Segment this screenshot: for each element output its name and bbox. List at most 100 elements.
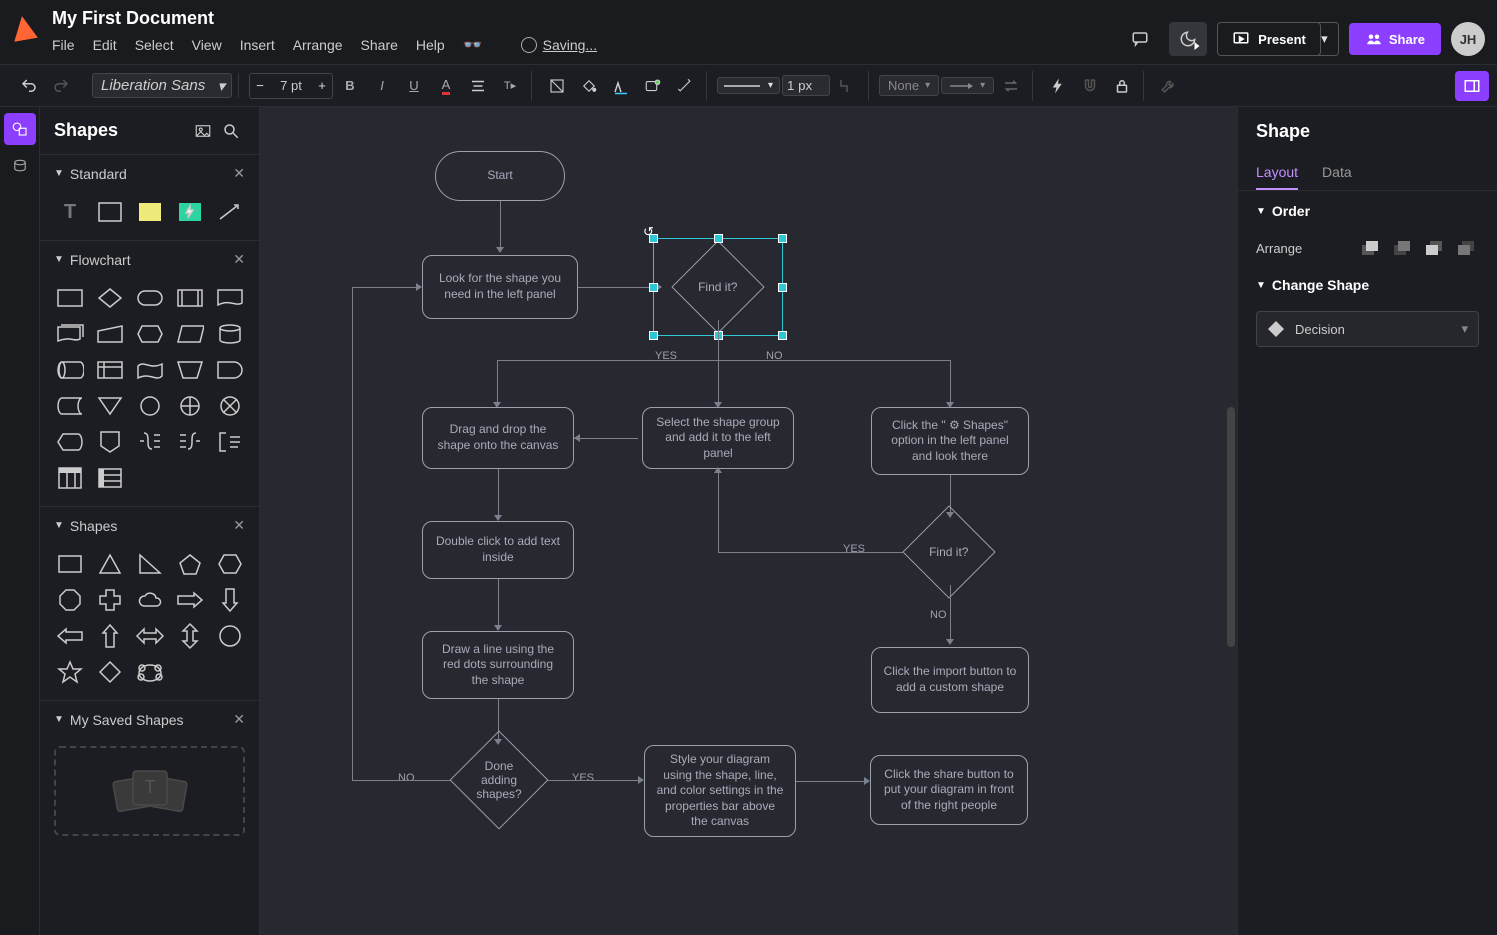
wrench-button[interactable]	[1154, 71, 1184, 101]
menu-view[interactable]: View	[192, 37, 222, 53]
redo-button[interactable]	[46, 71, 76, 101]
app-logo-icon[interactable]	[10, 14, 38, 42]
fc-stored-data[interactable]	[54, 392, 86, 420]
sh-diamond[interactable]	[94, 658, 126, 686]
sh-hexagon[interactable]	[214, 550, 246, 578]
fc-note[interactable]	[214, 428, 246, 456]
menu-help[interactable]: Help	[416, 37, 445, 53]
text-options-button[interactable]: T▸	[495, 71, 525, 101]
sh-right-tri[interactable]	[134, 550, 166, 578]
node-select-group[interactable]: Select the shape group and add it to the…	[642, 407, 794, 469]
magnet-button[interactable]	[1075, 71, 1105, 101]
menu-select[interactable]: Select	[135, 37, 174, 53]
rail-shapes-button[interactable]	[4, 113, 36, 145]
sh-cloud[interactable]	[134, 586, 166, 614]
shape-options-button[interactable]	[638, 71, 668, 101]
line-width-input[interactable]	[782, 75, 830, 96]
dark-mode-toggle[interactable]	[1169, 22, 1207, 56]
fc-delay[interactable]	[214, 356, 246, 384]
node-click-shapes[interactable]: Click the " ⚙ Shapes" option in the left…	[871, 407, 1029, 475]
underline-button[interactable]: U	[399, 71, 429, 101]
line-route-button[interactable]	[832, 71, 862, 101]
node-import[interactable]: Click the import button to add a custom …	[871, 647, 1029, 713]
swap-arrows-button[interactable]	[996, 71, 1026, 101]
font-size-input[interactable]	[270, 78, 312, 93]
font-size-increase[interactable]: +	[312, 74, 332, 98]
fc-paper-tape[interactable]	[134, 356, 166, 384]
fc-connector[interactable]	[134, 392, 166, 420]
sh-cross[interactable]	[94, 586, 126, 614]
bold-button[interactable]: B	[335, 71, 365, 101]
menu-edit[interactable]: Edit	[93, 37, 117, 53]
node-double-click[interactable]: Double click to add text inside	[422, 521, 574, 579]
section-standard[interactable]: ▼Standard ✕	[40, 155, 259, 192]
node-style[interactable]: Style your diagram using the shape, line…	[644, 745, 796, 837]
italic-button[interactable]: I	[367, 71, 397, 101]
line-style-select[interactable]: ▾	[717, 77, 780, 94]
fc-summing[interactable]	[214, 392, 246, 420]
bucket-fill-button[interactable]	[574, 71, 604, 101]
close-icon[interactable]: ✕	[233, 711, 245, 728]
present-dropdown[interactable]: ▾	[1311, 22, 1339, 56]
menu-share[interactable]: Share	[361, 37, 398, 53]
fc-database[interactable]	[214, 320, 246, 348]
close-icon[interactable]: ✕	[233, 517, 245, 534]
fc-preparation[interactable]	[134, 320, 166, 348]
tab-layout[interactable]: Layout	[1256, 156, 1298, 190]
rotate-handle[interactable]: ↺	[643, 224, 659, 240]
end-arrow-select[interactable]: ▾	[941, 77, 994, 94]
undo-button[interactable]	[14, 71, 44, 101]
canvas[interactable]: Start Look for the shape you need in the…	[260, 107, 1237, 935]
fc-manual-input[interactable]	[94, 320, 126, 348]
border-color-button[interactable]	[606, 71, 636, 101]
sh-arrow-right[interactable]	[174, 586, 206, 614]
node-find2[interactable]: Find it?	[902, 505, 995, 598]
section-flowchart[interactable]: ▼Flowchart ✕	[40, 241, 259, 278]
lock-button[interactable]	[1107, 71, 1137, 101]
menu-file[interactable]: File	[52, 37, 75, 53]
fc-document[interactable]	[214, 284, 246, 312]
fc-swimlane-h[interactable]	[94, 464, 126, 492]
font-family-select[interactable]: Liberation Sans	[92, 73, 232, 98]
fc-decision[interactable]	[94, 284, 126, 312]
sh-circle[interactable]	[214, 622, 246, 650]
search-icon[interactable]	[217, 117, 245, 145]
canvas-scrollbar[interactable]	[1227, 407, 1235, 647]
sh-arrow-lr[interactable]	[134, 622, 166, 650]
bring-forward-button[interactable]	[1389, 237, 1415, 259]
fc-or[interactable]	[174, 392, 206, 420]
saved-shapes-dropzone[interactable]: T	[54, 746, 245, 836]
node-start[interactable]: Start	[435, 151, 565, 201]
section-order[interactable]: ▼Order	[1238, 191, 1497, 231]
node-drawline[interactable]: Draw a line using the red dots surroundi…	[422, 631, 574, 699]
present-button[interactable]: Present	[1217, 22, 1321, 56]
close-icon[interactable]: ✕	[233, 165, 245, 182]
user-avatar[interactable]: JH	[1451, 22, 1485, 56]
sh-triangle[interactable]	[94, 550, 126, 578]
fc-directdata[interactable]	[54, 356, 86, 384]
text-shape[interactable]: T	[54, 198, 86, 226]
sh-star[interactable]	[54, 658, 86, 686]
fc-multidoc[interactable]	[54, 320, 86, 348]
fc-process[interactable]	[54, 284, 86, 312]
fc-data[interactable]	[174, 320, 206, 348]
text-align-button[interactable]	[463, 71, 493, 101]
fc-swimlane-v[interactable]	[54, 464, 86, 492]
send-back-button[interactable]	[1453, 237, 1479, 259]
sh-arrow-ud[interactable]	[174, 622, 206, 650]
fc-internal[interactable]	[94, 356, 126, 384]
arrow-line-shape[interactable]	[214, 198, 246, 226]
node-drag[interactable]: Drag and drop the shape onto the canvas	[422, 407, 574, 469]
fc-brace-right[interactable]	[134, 428, 166, 456]
document-title[interactable]: My First Document	[52, 8, 1121, 29]
find-icon[interactable]: 👓	[463, 35, 483, 55]
font-size-decrease[interactable]: −	[250, 74, 270, 98]
section-change-shape[interactable]: ▼Change Shape	[1238, 265, 1497, 305]
fc-brace-left[interactable]	[174, 428, 206, 456]
sh-blob[interactable]	[134, 658, 166, 686]
fc-display[interactable]	[54, 428, 86, 456]
close-icon[interactable]: ✕	[233, 251, 245, 268]
rail-data-button[interactable]	[4, 151, 36, 183]
fc-terminator[interactable]	[134, 284, 166, 312]
fc-merge[interactable]	[94, 392, 126, 420]
